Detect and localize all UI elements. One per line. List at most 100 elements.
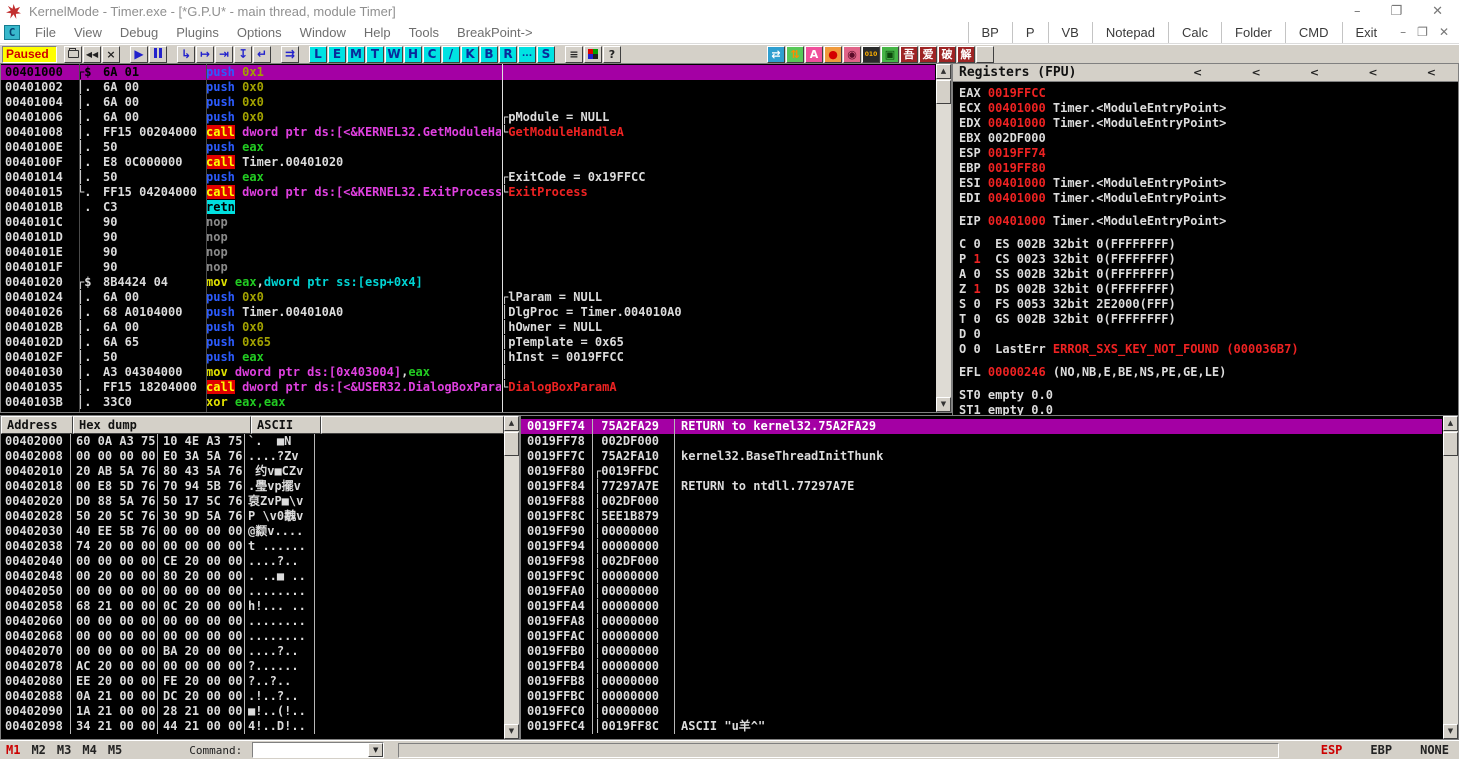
- hex-dump-row[interactable]: 0040206800 00 00 0000 00 00 00........: [1, 629, 519, 644]
- disasm-row[interactable]: 0040101B .C3retn: [1, 200, 935, 215]
- disasm-row[interactable]: 00401008│.FF15 00204000call dword ptr ds…: [1, 125, 935, 140]
- chevron-left-icon[interactable]: <: [1251, 66, 1260, 79]
- letter-button-H[interactable]: H: [404, 46, 422, 63]
- memory-tab-m5[interactable]: M5: [108, 743, 122, 757]
- chevron-left-icon[interactable]: <: [1427, 66, 1436, 79]
- register-line[interactable]: T 0 GS 002B 32bit 0(FFFFFFFF): [953, 312, 1458, 327]
- appearance-icon[interactable]: [584, 46, 602, 63]
- mdi-minimize-icon[interactable]: –: [1400, 22, 1406, 43]
- disasm-row[interactable]: 00401026│.68 A0104000push Timer.004010A0…: [1, 305, 935, 320]
- scrollbar-thumb[interactable]: [1443, 432, 1458, 456]
- stack-row[interactable]: 0019FF8C│5EE1B879: [521, 509, 1442, 524]
- menu-item-window[interactable]: Window: [291, 22, 355, 43]
- register-line[interactable]: C 0 ES 002B 32bit 0(FFFFFFFF): [953, 237, 1458, 252]
- column-divider[interactable]: [502, 64, 503, 412]
- disasm-row[interactable]: 00401004│.6A 00push 0x0: [1, 95, 935, 110]
- rewind-icon[interactable]: ◀◀: [83, 46, 101, 63]
- stack-row[interactable]: 0019FFC4│0019FF8CASCII "u羊^": [521, 719, 1442, 734]
- register-line[interactable]: ECX 00401000 Timer.<ModuleEntryPoint>: [953, 101, 1458, 116]
- disasm-row[interactable]: 00401024│.6A 00push 0x0┌lParam = NULL: [1, 290, 935, 305]
- scroll-up-icon[interactable]: ▲: [504, 416, 519, 431]
- menu-item-breakpoint[interactable]: BreakPoint->: [448, 22, 542, 43]
- menu-item-file[interactable]: File: [26, 22, 65, 43]
- menu-item-plugins[interactable]: Plugins: [167, 22, 228, 43]
- trace-into-icon[interactable]: ⇥: [215, 46, 233, 63]
- letter-button-W[interactable]: W: [385, 46, 403, 63]
- disasm-row[interactable]: 00401006│.6A 00push 0x0┌pModule = NULL: [1, 110, 935, 125]
- register-line[interactable]: A 0 SS 002B 32bit 0(FFFFFFFF): [953, 267, 1458, 282]
- memory-tab-m4[interactable]: M4: [82, 743, 96, 757]
- letter-button-R[interactable]: R: [499, 46, 517, 63]
- assembler-icon[interactable]: A: [805, 46, 823, 63]
- hex-dump-row[interactable]: 00402080EE 20 00 00FE 20 00 00?..?..: [1, 674, 519, 689]
- register-line[interactable]: ESI 00401000 Timer.<ModuleEntryPoint>: [953, 176, 1458, 191]
- register-line[interactable]: O 0 LastErr ERROR_SXS_KEY_NOT_FOUND (000…: [953, 342, 1458, 357]
- disasm-row[interactable]: 00401035│.FF15 18204000call dword ptr ds…: [1, 380, 935, 395]
- hex-dump-row[interactable]: 0040204800 20 00 0080 20 00 00. ..■ ..: [1, 569, 519, 584]
- disassembly-scrollbar[interactable]: ▲ ▼: [936, 64, 951, 412]
- step-into-icon[interactable]: ↳: [177, 46, 195, 63]
- scroll-up-icon[interactable]: ▲: [936, 64, 951, 79]
- command-input[interactable]: ▼: [252, 742, 384, 758]
- stack-row[interactable]: 0019FFA0│00000000: [521, 584, 1442, 599]
- log-list-icon[interactable]: ≡: [565, 46, 583, 63]
- disasm-row[interactable]: 0040100E│.50push eax: [1, 140, 935, 155]
- command-input-field[interactable]: [253, 743, 368, 757]
- register-line[interactable]: EFL 00000246 (NO,NB,E,BE,NS,PE,GE,LE): [953, 365, 1458, 380]
- stack-scrollbar[interactable]: ▲ ▼: [1443, 416, 1458, 739]
- register-line[interactable]: EBP 0019FF80: [953, 161, 1458, 176]
- register-line[interactable]: EDI 00401000 Timer.<ModuleEntryPoint>: [953, 191, 1458, 206]
- open-file-icon[interactable]: [64, 46, 82, 63]
- menu-item-folder[interactable]: Folder: [1221, 22, 1285, 43]
- hex-dump-row[interactable]: 004020901A 21 00 0028 21 00 00■!..(!..: [1, 704, 519, 719]
- minimize-icon[interactable]: –: [1354, 4, 1361, 19]
- stack-row[interactable]: 0019FF9C│00000000: [521, 569, 1442, 584]
- hex-dump-row[interactable]: 0040205000 00 00 0000 00 00 00........: [1, 584, 519, 599]
- disasm-row[interactable]: 00401002│.6A 00push 0x0: [1, 80, 935, 95]
- hex-editor-icon[interactable]: 010: [862, 46, 880, 63]
- step-over-icon[interactable]: ↦: [196, 46, 214, 63]
- register-line[interactable]: ST0 empty 0.0: [953, 388, 1458, 403]
- stack-row[interactable]: 0019FF74 75A2FA29RETURN to kernel32.75A2…: [521, 419, 1442, 434]
- hex-dump-row[interactable]: 004020880A 21 00 00DC 20 00 00.!..?..: [1, 689, 519, 704]
- letter-button-T[interactable]: T: [366, 46, 384, 63]
- ebp-indicator[interactable]: EBP: [1370, 743, 1392, 757]
- empty-button[interactable]: [976, 46, 994, 63]
- disasm-row[interactable]: 0040101C90nop: [1, 215, 935, 230]
- register-line[interactable]: P 1 CS 0023 32bit 0(FFFFFFFF): [953, 252, 1458, 267]
- target-icon[interactable]: ◉: [843, 46, 861, 63]
- stack-row[interactable]: 0019FF98│002DF000: [521, 554, 1442, 569]
- stack-row[interactable]: 0019FFAC│00000000: [521, 629, 1442, 644]
- close-icon[interactable]: ✕: [1432, 4, 1443, 19]
- register-line[interactable]: EIP 00401000 Timer.<ModuleEntryPoint>: [953, 214, 1458, 229]
- cn-button-po[interactable]: 破: [938, 46, 956, 63]
- hex-dump-row[interactable]: 0040201800 E8 5D 7670 94 5B 76.璺vp擺v: [1, 479, 519, 494]
- letter-button-B[interactable]: B: [480, 46, 498, 63]
- stack-row[interactable]: 0019FF7C 75A2FA10kernel32.BaseThreadInit…: [521, 449, 1442, 464]
- menu-item-exit[interactable]: Exit: [1342, 22, 1391, 43]
- hex-dump-row[interactable]: 00402020D0 88 5A 7650 17 5C 76裒ZvP■\v: [1, 494, 519, 509]
- pause-icon[interactable]: [149, 46, 167, 63]
- hex-dump-row[interactable]: 00402078AC 20 00 0000 00 00 00?......: [1, 659, 519, 674]
- menu-item-cmd[interactable]: CMD: [1285, 22, 1342, 43]
- monitor-icon[interactable]: ▣: [881, 46, 899, 63]
- chevron-left-icon[interactable]: <: [1310, 66, 1319, 79]
- stack-row[interactable]: 0019FFB8│00000000: [521, 674, 1442, 689]
- mdi-restore-icon[interactable]: ❐: [1417, 22, 1428, 43]
- letter-button-M[interactable]: M: [347, 46, 365, 63]
- menu-item-bp[interactable]: BP: [968, 22, 1012, 43]
- disasm-row[interactable]: 0040101D90nop: [1, 230, 935, 245]
- stack-row[interactable]: 0019FFB0│00000000: [521, 644, 1442, 659]
- stack-row[interactable]: 0019FF88│002DF000: [521, 494, 1442, 509]
- hex-dump-row[interactable]: 0040203874 20 00 0000 00 00 00t ......: [1, 539, 519, 554]
- close-window-icon[interactable]: ×: [102, 46, 120, 63]
- letter-button-slash[interactable]: /: [442, 46, 460, 63]
- register-line[interactable]: Z 1 DS 002B 32bit 0(FFFFFFFF): [953, 282, 1458, 297]
- stack-row[interactable]: 0019FF84│77297A7ERETURN to ntdll.77297A7…: [521, 479, 1442, 494]
- menu-item-view[interactable]: View: [65, 22, 111, 43]
- scroll-down-icon[interactable]: ▼: [1443, 724, 1458, 739]
- hex-dump-row[interactable]: 0040209834 21 00 0044 21 00 004!..D!..: [1, 719, 519, 734]
- restore-icon[interactable]: ❐: [1390, 4, 1402, 19]
- hex-dump-row[interactable]: 0040204000 00 00 00CE 20 00 00....?..: [1, 554, 519, 569]
- menu-item-debug[interactable]: Debug: [111, 22, 167, 43]
